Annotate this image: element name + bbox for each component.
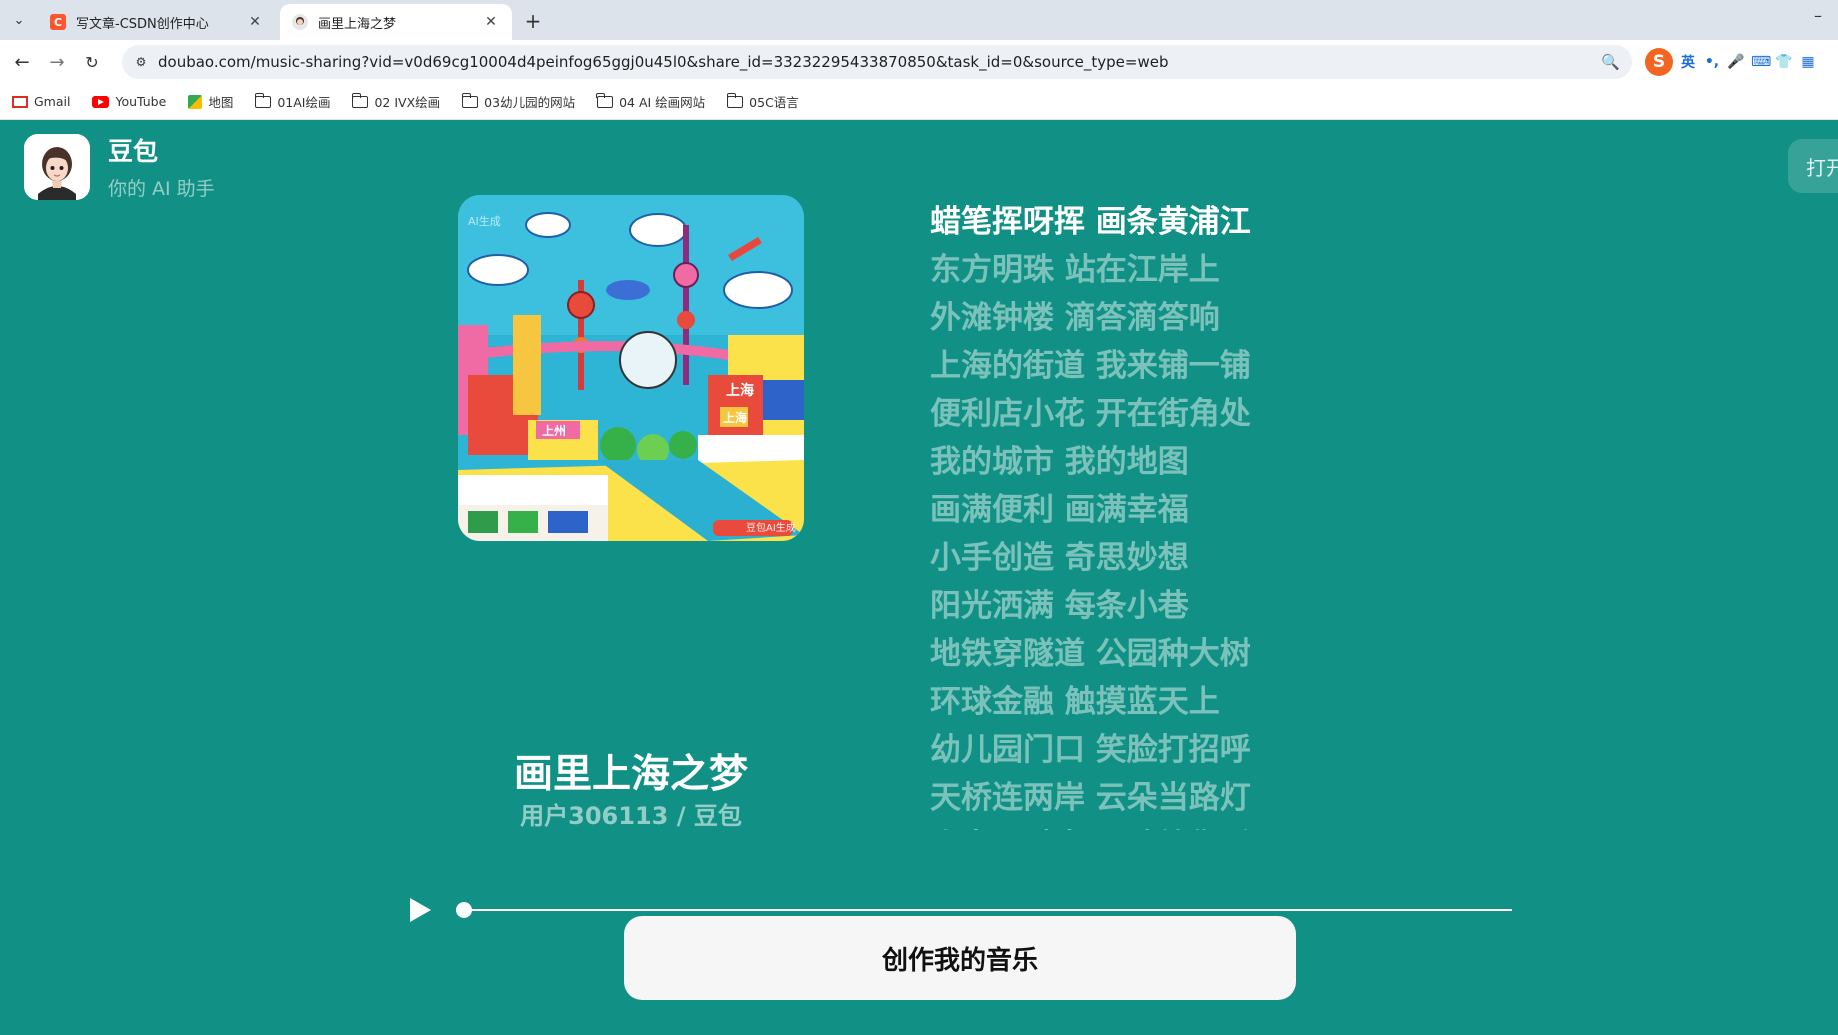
ime-toolbar: S 英 •, 🎤 ⌨ 👕 ▦ [1645, 46, 1817, 78]
lyric-line: 天桥连两岸 云朵当路灯 [930, 780, 1251, 816]
bookmark-label: 04 AI 绘画网站 [619, 95, 706, 110]
ai-watermark: 豆包AI生成 [746, 521, 796, 534]
lyric-line: 幼儿园门口 笑脸打招呼 [930, 732, 1251, 768]
play-icon[interactable] [406, 897, 432, 923]
reload-icon[interactable]: ↻ [80, 50, 104, 74]
url-text[interactable]: doubao.com/music-sharing?vid=v0d69cg1000… [158, 53, 1169, 71]
lyric-line: 便利店小花 开在街角处 [930, 396, 1251, 432]
ime-punctuation-icon[interactable]: •, [1703, 54, 1721, 70]
lyric-line: 蜡笔挥呀挥 画条黄浦江 [930, 204, 1251, 240]
bookmark-gmail[interactable]: Gmail [12, 94, 70, 109]
lyric-line: 画满便利 画满幸福 [930, 492, 1189, 528]
song-title: 画里上海之梦 [513, 752, 748, 797]
bookmark-label: 地图 [208, 95, 234, 110]
song-author: 用户306113 / 豆包 [520, 802, 742, 830]
address-toolbar: ← → ↻ ⚙ doubao.com/music-sharing?vid=v0d… [0, 40, 1838, 84]
folder-icon [726, 92, 744, 108]
lyric-line: 小鸟飞过来 唱歌给你听 [930, 822, 1350, 830]
lyrics-panel[interactable]: 蜡笔挥呀挥 画条黄浦江 东方明珠 站在江岸上 外滩钟楼 滴答滴答响 上海的街道 … [930, 198, 1350, 830]
brand-text: 豆包 你的 AI 助手 [108, 132, 215, 201]
cover-sign-text: 上海 [723, 410, 747, 425]
ime-voice-icon[interactable]: 🎤 [1727, 54, 1745, 70]
lyric-line: 地铁穿隧道 公园种大树 [930, 636, 1251, 672]
bookmark-folder-03[interactable]: 03幼儿园的网站 [461, 92, 576, 111]
folder-icon [351, 92, 369, 108]
bookmark-label: 02 IVX绘画 [374, 95, 441, 110]
lyric-line: 东方明珠 站在江岸上 [930, 252, 1220, 288]
open-app-button[interactable]: 打开 [1788, 139, 1838, 193]
progress-track[interactable] [456, 902, 1512, 918]
bookmark-youtube[interactable]: YouTube [92, 94, 166, 109]
bookmark-label: 01AI绘画 [277, 95, 331, 110]
gmail-icon [12, 95, 28, 108]
ime-keyboard-icon[interactable]: ⌨ [1751, 54, 1771, 70]
browser-tabbar: ⌄ C 写文章-CSDN创作中心 ✕ 画里上海之梦 ✕ + – [0, 0, 1838, 40]
bookmark-folder-05[interactable]: 05C语言 [726, 92, 799, 111]
tab-close-icon[interactable]: ✕ [482, 14, 500, 30]
brand-subtitle: 你的 AI 助手 [108, 178, 215, 200]
cover-sign-text: 上州 [542, 423, 566, 438]
folder-icon [254, 92, 272, 108]
youtube-icon [92, 95, 110, 108]
bookmark-folder-01[interactable]: 01AI绘画 [254, 92, 331, 111]
bookmark-label: YouTube [115, 94, 167, 109]
zoom-icon[interactable]: 🔍 [1601, 53, 1620, 71]
bookmark-label: Gmail [34, 94, 71, 109]
bookmark-folder-02[interactable]: 02 IVX绘画 [351, 92, 441, 111]
folder-icon [596, 92, 614, 108]
create-my-music-button[interactable]: 创作我的音乐 [624, 916, 1296, 1000]
tab-csdn[interactable]: C 写文章-CSDN创作中心 ✕ [38, 4, 276, 40]
progress-knob[interactable] [456, 902, 472, 918]
bookmark-maps[interactable]: 地图 [188, 92, 233, 111]
ime-toolbox-icon[interactable]: ▦ [1799, 54, 1817, 70]
site-info-icon[interactable]: ⚙ [130, 55, 152, 69]
lyric-line: 小手创造 奇思妙想 [930, 540, 1189, 576]
lyric-line: 环球金融 触摸蓝天上 [930, 684, 1220, 720]
minimize-window-button[interactable]: – [1814, 6, 1822, 25]
lyric-line: 上海的街道 我来铺一铺 [930, 348, 1251, 384]
tab-title: 画里上海之梦 [318, 16, 397, 32]
music-share-page: 豆包 你的 AI 助手 打开 上海 上海 上州 AI生成 豆包AI生成 画里上海… [0, 120, 1838, 1035]
bookmark-label: 03幼儿园的网站 [484, 95, 576, 110]
ai-watermark: AI生成 [468, 214, 501, 228]
folder-icon [461, 92, 479, 108]
bookmarks-bar: Gmail YouTube 地图 01AI绘画 02 IVX绘画 03幼儿园的网… [0, 84, 1838, 120]
maps-icon [188, 94, 203, 109]
lyric-line: 阳光洒满 每条小巷 [930, 588, 1189, 624]
bookmark-label: 05C语言 [749, 95, 799, 110]
ime-skin-icon[interactable]: 👕 [1775, 54, 1793, 70]
cover-sign-text: 上海 [726, 382, 754, 399]
brand-header[interactable]: 豆包 你的 AI 助手 [24, 132, 215, 201]
lyric-line: 我的城市 我的地图 [930, 444, 1189, 480]
album-cover-image: 上海 上海 上州 AI生成 豆包AI生成 [458, 195, 804, 541]
tab-close-icon[interactable]: ✕ [246, 14, 264, 30]
doubao-icon [292, 14, 308, 30]
tab-doubao[interactable]: 画里上海之梦 ✕ [280, 4, 512, 40]
back-arrow-icon[interactable]: ← [10, 50, 34, 74]
sogou-ime-icon[interactable]: S [1645, 48, 1673, 76]
new-tab-button[interactable]: + [520, 8, 546, 34]
address-bar[interactable]: ⚙ doubao.com/music-sharing?vid=v0d69cg10… [122, 45, 1632, 79]
tab-title: 写文章-CSDN创作中心 [76, 16, 209, 32]
csdn-icon: C [50, 14, 66, 30]
doubao-avatar [24, 133, 90, 200]
ime-language-toggle[interactable]: 英 [1679, 52, 1697, 72]
lyric-line: 外滩钟楼 滴答滴答响 [930, 300, 1220, 336]
bookmark-folder-04[interactable]: 04 AI 绘画网站 [596, 92, 706, 111]
brand-name: 豆包 [108, 137, 159, 166]
tab-search-chevron-icon[interactable]: ⌄ [6, 7, 32, 33]
forward-arrow-icon[interactable]: → [45, 50, 69, 74]
